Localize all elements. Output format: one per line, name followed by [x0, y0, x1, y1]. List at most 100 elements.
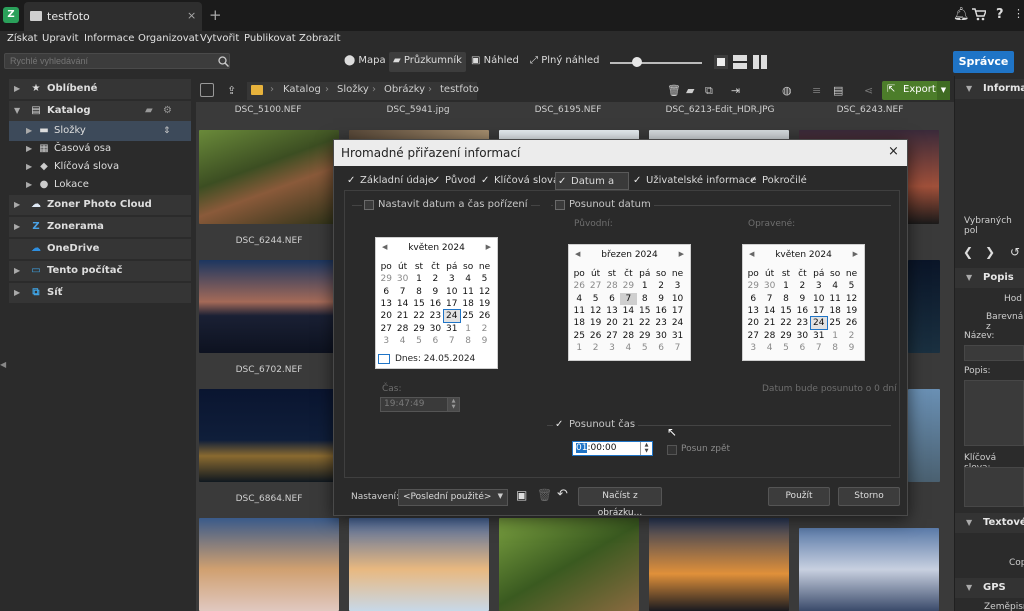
calendar-day[interactable]: 19: [587, 317, 603, 329]
nav-keywords[interactable]: ▶ ◆ Klíčová slova: [9, 157, 191, 177]
calendar-day[interactable]: 12: [476, 286, 492, 298]
thumbnail-image[interactable]: [199, 389, 339, 482]
nav-network[interactable]: ▶ ⧉ Síť: [9, 283, 191, 303]
checkbox-checked-icon[interactable]: ✓: [347, 176, 357, 186]
calendar-day[interactable]: 18: [827, 305, 843, 317]
calendar-day[interactable]: 3: [604, 342, 620, 354]
view-map-button[interactable]: ⬤ Mapa: [340, 52, 390, 72]
calendar-day[interactable]: 26: [843, 317, 859, 329]
calendar-day[interactable]: 2: [427, 273, 443, 285]
calendar-day[interactable]: 11: [460, 286, 476, 298]
collapse-icon[interactable]: ▼: [14, 101, 20, 121]
calendar-day[interactable]: 29: [411, 322, 427, 334]
calendar-day[interactable]: 26: [571, 280, 587, 292]
calendar-day[interactable]: 9: [794, 293, 810, 305]
breadcrumb-testfoto[interactable]: testfoto: [440, 84, 479, 95]
gear-icon[interactable]: ⚙: [163, 101, 172, 121]
calendar-day[interactable]: 7: [394, 286, 410, 298]
calendar-day[interactable]: 17: [811, 305, 827, 317]
corrected-date-calendar[interactable]: ◀ květen 2024 ▶ po út st čt pá so ne 29 30 1 2 3 4 5…: [742, 244, 865, 361]
checkbox-checked-icon[interactable]: ✓: [481, 176, 491, 186]
calendar-day[interactable]: 29: [620, 280, 636, 292]
calendar-day[interactable]: 30: [653, 329, 669, 341]
expand-icon[interactable]: ▶: [14, 283, 20, 303]
calendar-day[interactable]: 1: [460, 322, 476, 334]
calendar-day[interactable]: 28: [620, 329, 636, 341]
calendar-day[interactable]: 9: [843, 342, 859, 354]
calendar-day[interactable]: 2: [653, 280, 669, 292]
checkbox-checked-icon[interactable]: ✓: [749, 176, 759, 186]
calendar-day[interactable]: 5: [637, 342, 653, 354]
calendar-day[interactable]: 22: [778, 317, 794, 329]
description-field[interactable]: [964, 380, 1024, 446]
expand-icon[interactable]: ▶: [26, 139, 32, 159]
copy-icon[interactable]: ⧉: [705, 84, 713, 98]
calendar-day[interactable]: 9: [476, 335, 492, 347]
breadcrumb-catalog[interactable]: Katalog: [283, 84, 321, 95]
calendar-day[interactable]: 14: [761, 305, 777, 317]
set-datetime-checkbox[interactable]: Nastavit datum a čas pořízení: [362, 199, 531, 210]
upload-folder-icon[interactable]: ⇪: [227, 84, 236, 97]
calendar-day[interactable]: 3: [745, 342, 761, 354]
expand-icon[interactable]: ▶: [26, 175, 32, 195]
nav-catalog[interactable]: ▼ ▤ Katalog ▰ ⚙: [9, 101, 191, 121]
calendar-day[interactable]: 4: [394, 335, 410, 347]
tab-date-time[interactable]: ✓Datum a čas: [555, 172, 629, 205]
calendar-day[interactable]: 28: [604, 280, 620, 292]
next-icon[interactable]: ❯: [985, 245, 995, 259]
calendar-day[interactable]: 19: [476, 298, 492, 310]
nav-locations[interactable]: ▶ ● Lokace: [9, 175, 191, 195]
calendar-day[interactable]: 15: [778, 305, 794, 317]
calendar-day-selected[interactable]: 7: [620, 292, 637, 305]
calendar-day[interactable]: 27: [378, 322, 394, 334]
expand-icon[interactable]: ▶: [14, 79, 20, 99]
expand-icon[interactable]: ▶: [14, 195, 20, 215]
new-tab-icon[interactable]: +: [209, 6, 222, 24]
calendar-day[interactable]: 24: [669, 317, 685, 329]
calendar-day[interactable]: 4: [620, 342, 636, 354]
calendar-day[interactable]: 6: [427, 335, 443, 347]
thumbnail-image[interactable]: [908, 389, 940, 482]
calendar-day[interactable]: 21: [761, 317, 777, 329]
calendar-day[interactable]: 1: [571, 342, 587, 354]
move-icon[interactable]: ⇥: [731, 84, 740, 97]
thumbnail-image[interactable]: [199, 260, 339, 353]
save-icon[interactable]: ▣: [516, 488, 527, 502]
spin-up-down-icon[interactable]: ▲ ▼: [447, 398, 459, 411]
calendar-day[interactable]: 28: [761, 329, 777, 341]
calendar-day[interactable]: 29: [378, 273, 394, 285]
calendar-day[interactable]: 17: [444, 298, 460, 310]
shift-date-checkbox[interactable]: Posunout datum: [553, 199, 654, 210]
thumbnail-image[interactable]: [908, 260, 940, 353]
thumbnail-image[interactable]: [199, 518, 339, 611]
calendar-day[interactable]: 4: [827, 280, 843, 292]
tab-origin[interactable]: ✓ Původ: [430, 172, 476, 190]
menu-organize[interactable]: Organizovat: [138, 33, 199, 44]
calendar-day[interactable]: 8: [827, 342, 843, 354]
checkbox-checked-icon[interactable]: ✓: [432, 176, 442, 186]
calendar-day[interactable]: 7: [811, 342, 827, 354]
rotate-icon[interactable]: ↺: [1010, 245, 1020, 259]
calendar-day[interactable]: 22: [411, 310, 427, 322]
thumbnail-image[interactable]: [199, 130, 339, 224]
calendar-day[interactable]: 9: [427, 286, 443, 298]
search-input[interactable]: [4, 53, 230, 69]
calendar-day[interactable]: 15: [637, 305, 653, 317]
calendar-day[interactable]: 3: [669, 280, 685, 292]
calendar-day[interactable]: 29: [637, 329, 653, 341]
calendar-day[interactable]: 19: [843, 305, 859, 317]
calendar-day[interactable]: 20: [378, 310, 394, 322]
original-date-calendar[interactable]: ◀ březen 2024 ▶ po út st čt pá so ne 26 27 28 29 1…: [568, 244, 691, 361]
close-tab-icon[interactable]: ×: [187, 9, 196, 22]
calendar-day[interactable]: 2: [843, 329, 859, 341]
text-section-header[interactable]: ▼ Textové: [955, 513, 1024, 533]
trash-icon[interactable]: 🗑︎: [667, 84, 681, 97]
calendar-day[interactable]: 3: [444, 273, 460, 285]
calendar-day-today[interactable]: 24: [809, 316, 828, 331]
menu-view[interactable]: Zobrazit: [299, 33, 341, 44]
description-section-header[interactable]: ▼ Popis: [955, 268, 1024, 288]
zoom-slider-thumb[interactable]: [631, 57, 642, 67]
tab-keywords[interactable]: ✓ Klíčová slova: [479, 172, 559, 190]
calendar-day[interactable]: 29: [778, 329, 794, 341]
info-section-header[interactable]: ▼Informac: [955, 79, 1024, 99]
